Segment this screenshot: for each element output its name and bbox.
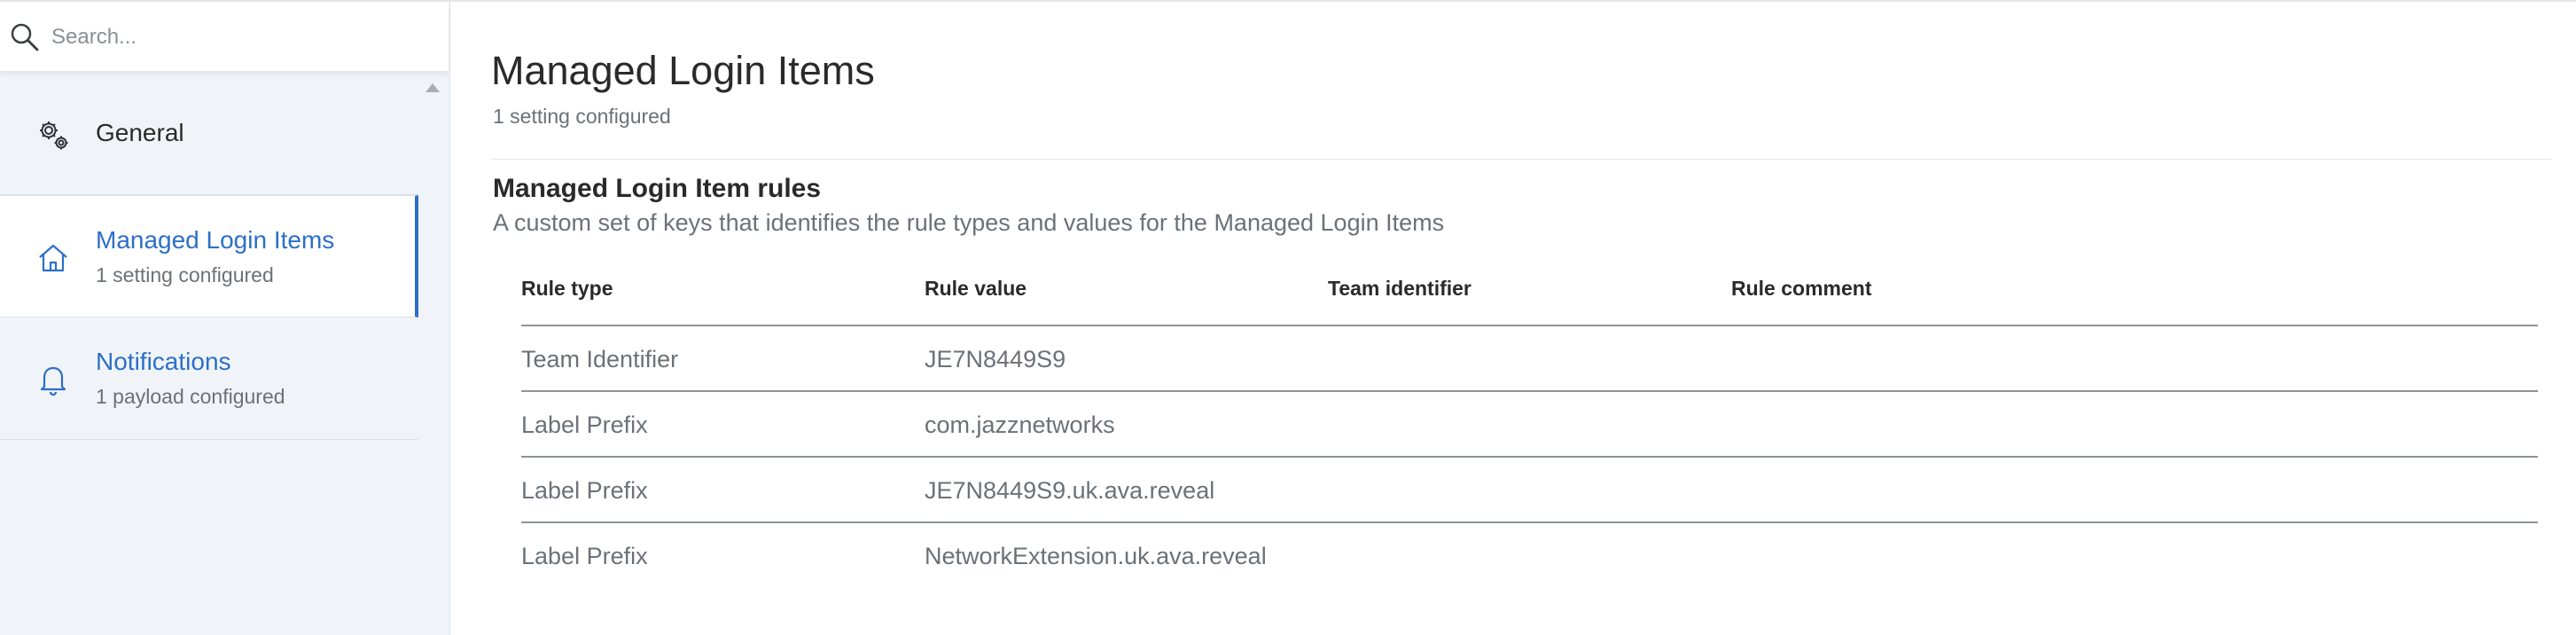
- home-icon: [39, 244, 67, 272]
- search-input[interactable]: [51, 20, 424, 55]
- bell-icon: [40, 366, 66, 396]
- table-row: Label Prefix NetworkExtension.uk.ava.rev…: [521, 523, 2538, 589]
- table-header: Rule type Rule value Team identifier Rul…: [521, 259, 2538, 326]
- main-content: Managed Login Items 1 setting configured…: [450, 2, 2576, 635]
- cell-rule-value: com.jazznetworks: [925, 412, 1115, 438]
- column-header-team-identifier: Team identifier: [1328, 277, 1471, 300]
- sidebar-item-label: General: [96, 119, 184, 146]
- sidebar-item-sublabel: 1 payload configured: [96, 385, 285, 408]
- cell-rule-type: Team Identifier: [521, 346, 679, 372]
- cell-rule-value: JE7N8449S9.uk.ava.reveal: [925, 477, 1215, 504]
- sidebar-item-managed-login-items[interactable]: Managed Login Items 1 setting configured: [0, 195, 418, 318]
- column-header-rule-value: Rule value: [925, 277, 1027, 300]
- column-header-rule-type: Rule type: [521, 277, 613, 300]
- scroll-up-arrow-icon[interactable]: [425, 83, 440, 92]
- cell-rule-type: Label Prefix: [521, 412, 648, 438]
- sidebar: General Managed Login Items 1 setting co…: [0, 2, 450, 635]
- table-row: Label Prefix com.jazznetworks: [521, 392, 2538, 458]
- column-header-rule-comment: Rule comment: [1731, 277, 1872, 300]
- sidebar-item-label: Managed Login Items: [96, 226, 335, 254]
- sidebar-item-sublabel: 1 setting configured: [96, 263, 274, 286]
- search-icon: [11, 23, 39, 51]
- sidebar-item-notifications[interactable]: Notifications 1 payload configured: [0, 318, 418, 440]
- table-row: Team Identifier JE7N8449S9: [521, 326, 2538, 392]
- section-description: A custom set of keys that identifies the…: [493, 209, 1445, 236]
- search-bar: [0, 2, 449, 71]
- divider: [491, 159, 2551, 160]
- cell-rule-value: JE7N8449S9: [925, 346, 1066, 372]
- gear-icon: [40, 122, 68, 150]
- sidebar-item-label: Notifications: [96, 348, 231, 375]
- cell-rule-type: Label Prefix: [521, 477, 648, 504]
- rules-table: Rule type Rule value Team identifier Rul…: [521, 259, 2538, 589]
- sidebar-item-general[interactable]: General: [0, 71, 418, 195]
- page-subtitle: 1 setting configured: [493, 105, 671, 128]
- table-row: Label Prefix JE7N8449S9.uk.ava.reveal: [521, 458, 2538, 523]
- cell-rule-value: NetworkExtension.uk.ava.reveal: [925, 543, 1267, 569]
- cell-rule-type: Label Prefix: [521, 543, 648, 569]
- section-title: Managed Login Item rules: [493, 174, 822, 203]
- page-title: Managed Login Items: [491, 48, 875, 93]
- app-window: General Managed Login Items 1 setting co…: [0, 0, 2576, 635]
